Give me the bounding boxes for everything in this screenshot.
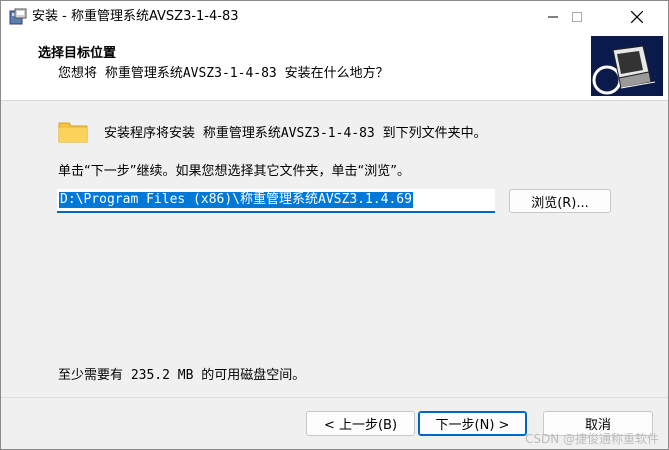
wizard-header: 选择目标位置 您想将 称重管理系统AVSZ3-1-4-83 安装在什么地方？ (1, 32, 668, 101)
installer-banner-icon (591, 36, 663, 96)
close-button[interactable] (614, 1, 660, 32)
install-path-value: D:\Program Files (x86)\称重管理系统AVSZ3.1.4.6… (59, 192, 413, 208)
maximize-button[interactable] (554, 1, 600, 32)
install-intro-text: 安装程序将安装 称重管理系统AVSZ3-1-4-83 到下列文件夹中。 (104, 126, 487, 141)
installer-window: 安装 - 称重管理系统AVSZ3-1-4-83 选择目标位置 您想将 称重管理系… (0, 0, 669, 450)
next-button[interactable]: 下一步(N) > (418, 411, 527, 436)
page-title: 选择目标位置 (38, 46, 117, 61)
browse-button[interactable]: 浏览(R)... (509, 189, 611, 213)
title-bar[interactable]: 安装 - 称重管理系统AVSZ3-1-4-83 (1, 1, 668, 32)
install-path-input[interactable]: D:\Program Files (x86)\称重管理系统AVSZ3.1.4.6… (57, 189, 495, 213)
folder-icon (58, 119, 88, 143)
window-title: 安装 - 称重管理系统AVSZ3-1-4-83 (32, 9, 239, 24)
back-button[interactable]: < 上一步(B) (306, 411, 415, 436)
footer-divider (1, 397, 668, 398)
page-subtitle: 您想将 称重管理系统AVSZ3-1-4-83 安装在什么地方？ (58, 66, 389, 81)
watermark-text: CSDN @捷俊通称重软件 (525, 432, 660, 446)
close-icon (631, 10, 643, 23)
instruction-text: 单击“下一步”继续。如果您想选择其它文件夹，单击“浏览”。 (58, 164, 410, 179)
installer-app-icon (9, 8, 27, 26)
disk-space-text: 至少需要有 235.2 MB 的可用磁盘空间。 (58, 368, 306, 383)
maximize-icon (572, 11, 582, 22)
